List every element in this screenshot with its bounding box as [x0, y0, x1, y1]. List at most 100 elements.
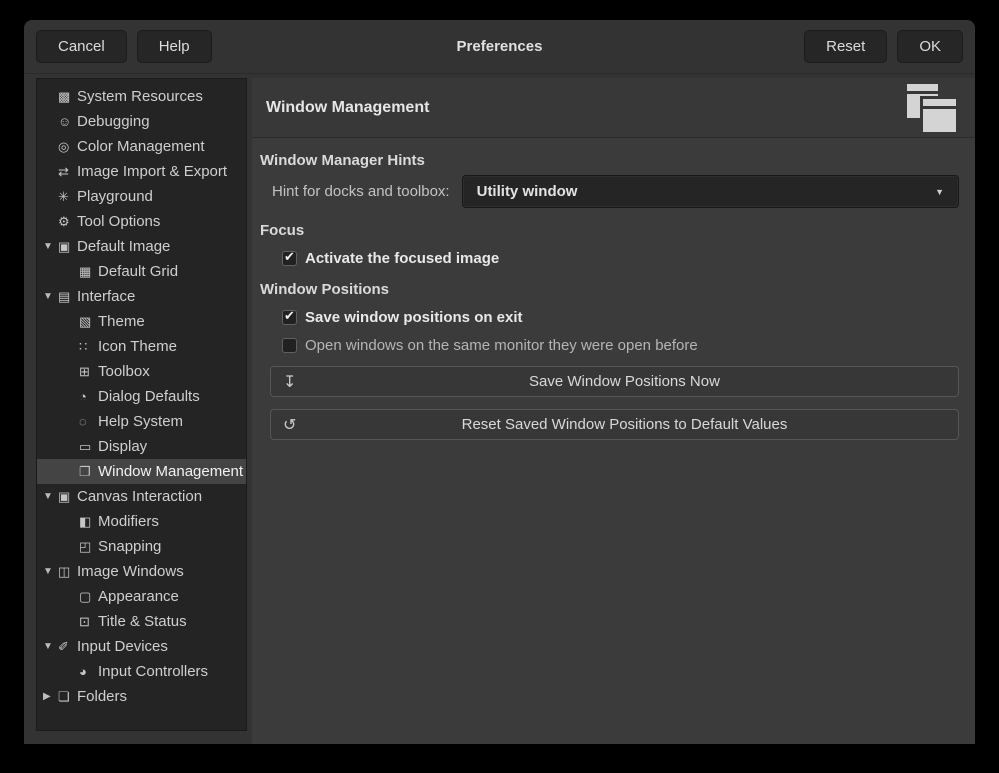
checkbox-box[interactable]: ✔ — [282, 310, 297, 325]
section-window-manager-hints: Window Manager Hints — [260, 152, 959, 169]
sidebar-item-default-image[interactable]: ▼▣Default Image — [37, 234, 246, 259]
default-grid-icon: ▦ — [79, 264, 98, 280]
title-status-icon: ⊡ — [79, 614, 98, 630]
sidebar-item-label: Input Controllers — [98, 663, 208, 680]
sidebar-item-image-import-export[interactable]: ⇄Image Import & Export — [37, 159, 246, 184]
sidebar-item-input-devices[interactable]: ▼✐Input Devices — [37, 634, 246, 659]
help-system-icon: ◌ — [79, 414, 98, 429]
expander-icon[interactable]: ▶ — [41, 691, 58, 702]
sidebar-item-label: Default Image — [77, 238, 170, 255]
sidebar-item-system-resources[interactable]: ▩System Resources — [37, 84, 246, 109]
sidebar-item-playground[interactable]: ✳Playground — [37, 184, 246, 209]
expander-icon[interactable]: ▼ — [41, 566, 58, 577]
cancel-button[interactable]: Cancel — [36, 30, 127, 63]
sidebar-item-label: Modifiers — [98, 513, 159, 530]
sidebar-item-color-management[interactable]: ◎Color Management — [37, 134, 246, 159]
sidebar-item-icon-theme[interactable]: ∷Icon Theme — [37, 334, 246, 359]
sidebar-tree[interactable]: ▩System Resources☺Debugging◎Color Manage… — [36, 78, 247, 731]
image-windows-icon: ◫ — [58, 564, 77, 580]
sidebar-item-modifiers[interactable]: ◧Modifiers — [37, 509, 246, 534]
reset-button[interactable]: Reset — [804, 30, 887, 63]
reset-window-positions-label: Reset Saved Window Positions to Default … — [303, 416, 946, 433]
input-controllers-icon: ◕ — [79, 664, 98, 679]
page-title: Window Management — [266, 99, 429, 117]
save-window-positions-button[interactable]: ↧ Save Window Positions Now — [270, 366, 959, 397]
checkbox-box[interactable] — [282, 338, 297, 353]
debugging-icon: ☺ — [58, 114, 77, 129]
hint-row: Hint for docks and toolbox: Utility wind… — [272, 175, 959, 208]
sidebar-item-label: Theme — [98, 313, 145, 330]
checkbox-save-window-positions[interactable]: ✔ Save window positions on exit — [282, 309, 959, 326]
checkbox-box[interactable]: ✔ — [282, 251, 297, 266]
preferences-dialog: Cancel Help Preferences Reset OK ▩System… — [24, 20, 975, 744]
checkbox-label: Open windows on the same monitor they we… — [305, 337, 698, 354]
hint-dropdown-value: Utility window — [477, 183, 578, 200]
page-header: Window Management — [252, 78, 975, 138]
page-body: Window Manager Hints Hint for docks and … — [252, 152, 975, 440]
sidebar-item-label: Input Devices — [77, 638, 168, 655]
checkbox-open-same-monitor[interactable]: Open windows on the same monitor they we… — [282, 337, 959, 354]
expander-icon[interactable]: ▼ — [41, 491, 58, 502]
toolbox-icon: ⊞ — [79, 364, 98, 380]
sidebar-item-label: Display — [98, 438, 147, 455]
sidebar-item-debugging[interactable]: ☺Debugging — [37, 109, 246, 134]
sidebar-item-label: System Resources — [77, 88, 203, 105]
sidebar-item-tool-options[interactable]: ⚙Tool Options — [37, 209, 246, 234]
sidebar-item-toolbox[interactable]: ⊞Toolbox — [37, 359, 246, 384]
tool-options-icon: ⚙ — [58, 214, 77, 230]
reset-icon: ↺ — [283, 415, 303, 435]
sidebar-item-theme[interactable]: ▧Theme — [37, 309, 246, 334]
save-window-positions-label: Save Window Positions Now — [303, 373, 946, 390]
sidebar-item-default-grid[interactable]: ▦Default Grid — [37, 259, 246, 284]
sidebar-item-interface[interactable]: ▼▤Interface — [37, 284, 246, 309]
icon-theme-icon: ∷ — [79, 339, 98, 355]
sidebar-item-appearance[interactable]: ▢Appearance — [37, 584, 246, 609]
canvas-interaction-icon: ▣ — [58, 489, 77, 505]
appearance-icon: ▢ — [79, 589, 98, 605]
sidebar-item-label: Tool Options — [77, 213, 160, 230]
save-icon: ↧ — [283, 372, 303, 392]
check-icon: ✔ — [284, 308, 295, 324]
checkbox-activate-focused-image[interactable]: ✔ Activate the focused image — [282, 250, 959, 267]
interface-icon: ▤ — [58, 289, 77, 305]
sidebar-item-label: Appearance — [98, 588, 179, 605]
expander-icon[interactable]: ▼ — [41, 641, 58, 652]
sidebar-item-help-system[interactable]: ◌Help System — [37, 409, 246, 434]
hint-dropdown[interactable]: Utility window ▼ — [462, 175, 959, 208]
window-management-icon: ❐ — [79, 464, 98, 480]
sidebar-item-label: Title & Status — [98, 613, 187, 630]
expander-icon[interactable]: ▼ — [41, 241, 58, 252]
ok-button[interactable]: OK — [897, 30, 963, 63]
sidebar-item-label: Window Management — [98, 463, 243, 480]
section-window-positions: Window Positions — [260, 281, 959, 298]
expander-icon[interactable]: ▼ — [41, 291, 58, 302]
modifiers-icon: ◧ — [79, 514, 98, 530]
checkbox-label: Save window positions on exit — [305, 309, 523, 326]
reset-window-positions-button[interactable]: ↺ Reset Saved Window Positions to Defaul… — [270, 409, 959, 440]
sidebar-item-window-management[interactable]: ❐Window Management — [37, 459, 246, 484]
sidebar-item-display[interactable]: ▭Display — [37, 434, 246, 459]
sidebar-item-label: Snapping — [98, 538, 161, 555]
sidebar-item-label: Debugging — [77, 113, 150, 130]
sidebar-item-image-windows[interactable]: ▼◫Image Windows — [37, 559, 246, 584]
sidebar-item-label: Default Grid — [98, 263, 178, 280]
sidebar-item-label: Canvas Interaction — [77, 488, 202, 505]
folders-icon: ❏ — [58, 689, 77, 705]
sidebar-item-folders[interactable]: ▶❏Folders — [37, 684, 246, 709]
check-icon: ✔ — [284, 249, 295, 265]
settings-panel: Window Management Window Manager Hints H… — [252, 78, 975, 744]
sidebar-item-title-status[interactable]: ⊡Title & Status — [37, 609, 246, 634]
sidebar-item-input-controllers[interactable]: ◕Input Controllers — [37, 659, 246, 684]
hint-dropdown-label: Hint for docks and toolbox: — [272, 183, 450, 200]
chevron-down-icon: ▼ — [935, 187, 944, 197]
window-management-icon — [907, 84, 959, 132]
help-button[interactable]: Help — [137, 30, 212, 63]
sidebar-item-label: Toolbox — [98, 363, 150, 380]
sidebar-item-snapping[interactable]: ◰Snapping — [37, 534, 246, 559]
playground-icon: ✳ — [58, 189, 77, 205]
sidebar-item-label: Interface — [77, 288, 135, 305]
checkbox-label: Activate the focused image — [305, 250, 499, 267]
sidebar-item-label: Image Windows — [77, 563, 184, 580]
sidebar-item-dialog-defaults[interactable]: ◔Dialog Defaults — [37, 384, 246, 409]
sidebar-item-canvas-interaction[interactable]: ▼▣Canvas Interaction — [37, 484, 246, 509]
